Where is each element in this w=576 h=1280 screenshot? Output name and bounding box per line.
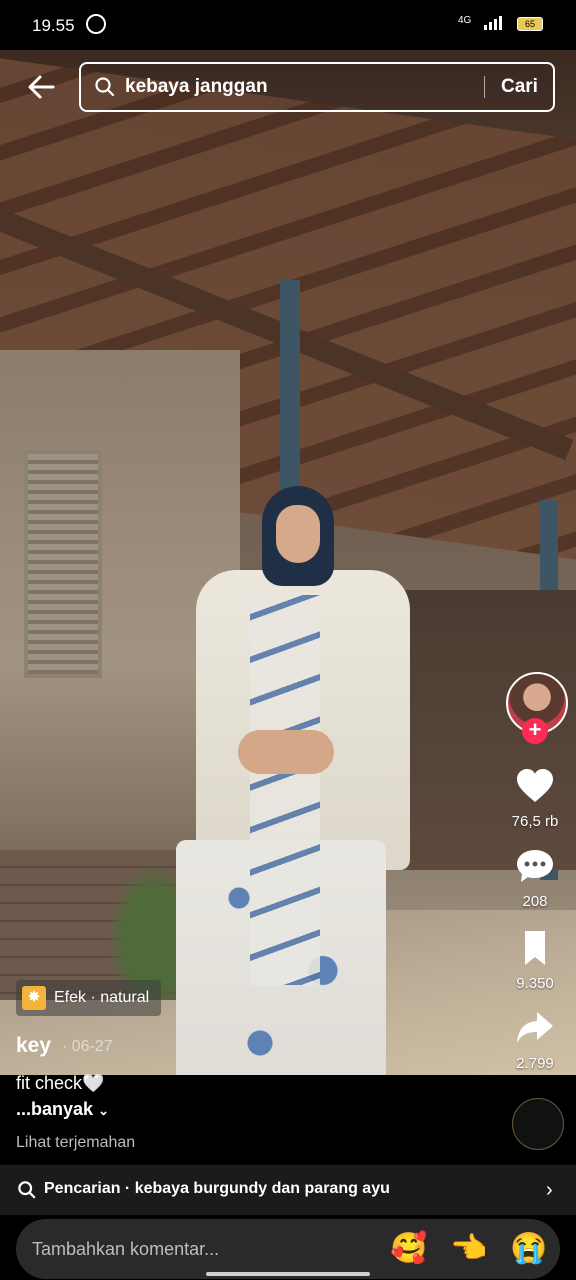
like-button[interactable]: 76,5 rb: [495, 768, 575, 830]
whatsapp-icon: [86, 14, 106, 34]
emoji-smiling-hearts[interactable]: 🥰: [390, 1231, 427, 1266]
emoji-crying[interactable]: 😭: [510, 1231, 547, 1266]
see-translation-link[interactable]: Lihat terjemahan: [16, 1134, 135, 1152]
search-icon: [18, 1181, 36, 1199]
search-divider: [484, 76, 485, 98]
related-search-label: Pencarian · kebaya burgundy dan parang a…: [44, 1180, 390, 1197]
back-arrow-icon[interactable]: [26, 72, 56, 102]
battery-icon: 65: [517, 17, 543, 31]
search-icon: [95, 77, 115, 97]
share-button[interactable]: 2.799: [495, 1010, 575, 1072]
comment-input-bar[interactable]: Tambahkan komentar... 🥰 👈 😭: [16, 1219, 560, 1279]
effect-chip[interactable]: ✸ Efek · natural: [16, 980, 162, 1016]
status-time: 19.55: [32, 16, 75, 35]
save-count: 9.350: [516, 975, 554, 992]
brand-logo: [512, 1098, 564, 1150]
signal-icon: [484, 16, 502, 30]
bookmark-icon: [525, 931, 545, 965]
emoji-pointing-left[interactable]: 👈: [450, 1231, 487, 1266]
share-arrow-icon: [517, 1012, 553, 1043]
post-caption: fit check🤍: [16, 1073, 105, 1093]
window-shutter: [24, 450, 102, 678]
follow-plus-button[interactable]: +: [522, 718, 548, 744]
comment-icon: [517, 850, 553, 882]
face: [276, 505, 320, 563]
search-input[interactable]: kebaya janggan: [125, 76, 268, 98]
comment-button[interactable]: 208: [495, 848, 575, 910]
wood-pillar: [280, 280, 300, 490]
search-bar[interactable]: kebaya janggan Cari: [79, 62, 555, 112]
effect-sparkle-icon: ✸: [22, 986, 46, 1010]
chevron-down-icon: ⌄: [98, 1103, 109, 1118]
save-button[interactable]: 9.350: [495, 930, 575, 992]
gesture-nav-handle[interactable]: [206, 1272, 370, 1276]
related-search-bar[interactable]: Pencarian · kebaya burgundy dan parang a…: [0, 1165, 576, 1215]
heart-icon: [517, 769, 553, 802]
search-submit-button[interactable]: Cari: [501, 76, 538, 98]
share-count: 2.799: [516, 1055, 554, 1072]
status-bar: 19.55 4G 65: [0, 0, 576, 50]
caption-more-link[interactable]: ...banyak ⌄: [16, 1099, 109, 1120]
chevron-right-icon: ›: [546, 1179, 553, 1201]
video-frame[interactable]: [0, 50, 576, 1075]
batik-sash: [250, 595, 320, 985]
like-count: 76,5 rb: [511, 813, 559, 830]
username[interactable]: key: [16, 1034, 51, 1058]
network-label: 4G: [458, 15, 472, 26]
post-date: · 06-27: [62, 1038, 113, 1055]
effect-label: Efek · natural: [54, 989, 150, 1006]
post-date-value: 06-27: [71, 1038, 113, 1055]
comment-input[interactable]: Tambahkan komentar...: [32, 1239, 219, 1260]
caption-more-label: ...banyak: [16, 1099, 94, 1119]
hands: [238, 730, 334, 774]
comment-count: 208: [522, 893, 548, 910]
